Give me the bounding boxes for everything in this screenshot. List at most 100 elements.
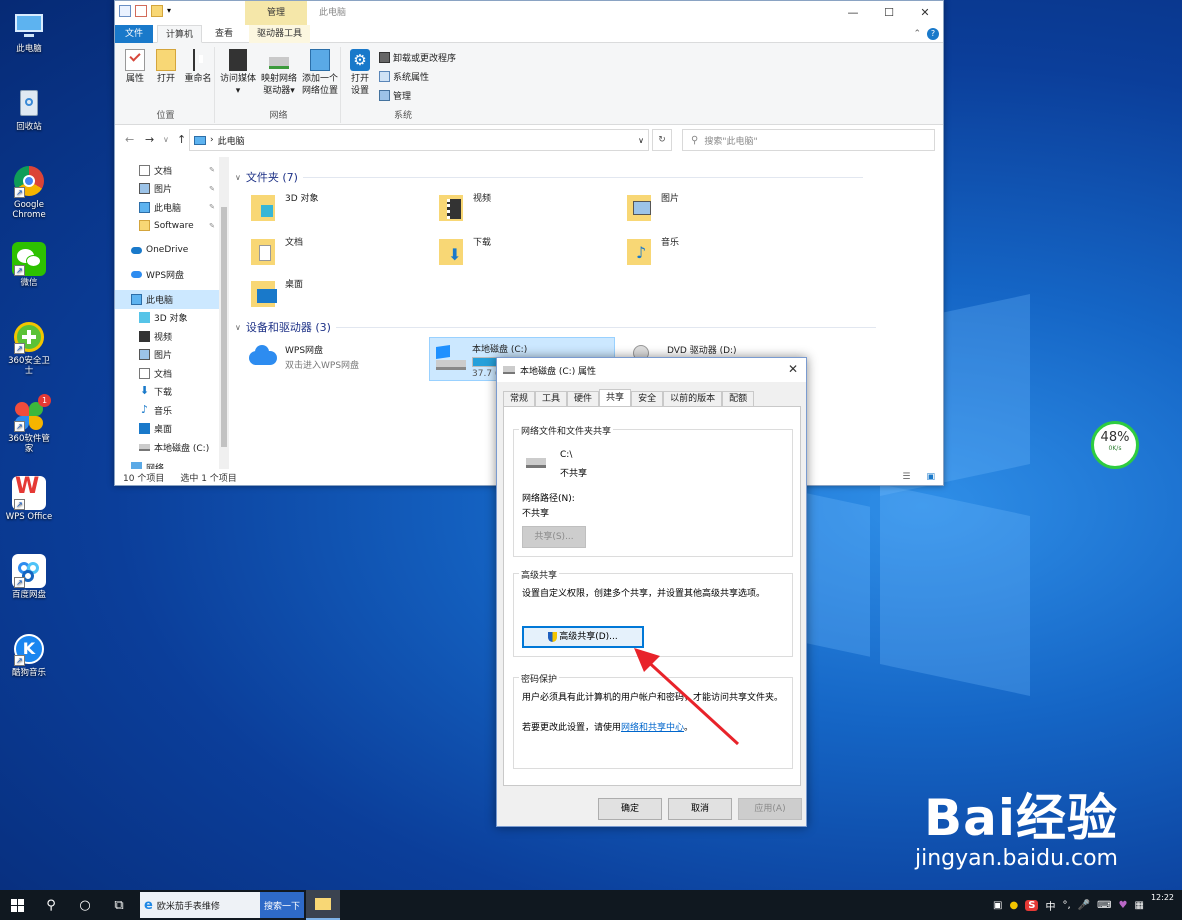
clock[interactable]: 12:22 — [1151, 893, 1174, 902]
tab-hardware[interactable]: 硬件 — [567, 391, 600, 407]
open-settings-button[interactable]: ⚙ 打开 设置 — [345, 49, 375, 97]
wps-cloud-drive[interactable]: WPS网盘 双击进入WPS网盘 — [247, 343, 359, 375]
refresh-button[interactable]: ↻ — [652, 129, 672, 151]
nav-item-documents[interactable]: 文档 ✎ — [115, 161, 219, 180]
map-drive-button[interactable]: 映射网络 驱动器▾ — [259, 49, 299, 97]
manage-button[interactable]: 管理 — [379, 89, 411, 102]
new-folder-icon[interactable] — [151, 5, 163, 17]
add-network-location-button[interactable]: 添加一个 网络位置 — [301, 49, 339, 97]
folder-3d-objects[interactable]: 3D 对象 — [251, 191, 319, 223]
tab-sharing[interactable]: 共享 — [599, 389, 632, 407]
network-gauge-widget[interactable]: 48% 0K/s — [1091, 421, 1139, 469]
folder-pictures[interactable]: 图片 — [627, 191, 679, 223]
microphone-icon[interactable]: 🎤 — [1078, 900, 1090, 911]
ime-language-indicator[interactable]: 中 — [1045, 898, 1055, 913]
desktop-icon-wps-office[interactable]: W ↗ WPS Office — [4, 476, 54, 523]
forward-button[interactable]: → — [145, 133, 154, 146]
apply-button[interactable]: 应用(A) — [738, 798, 802, 820]
desktop-icon-360-software[interactable]: 1 ↗ 360软件管家 — [4, 394, 54, 454]
desktop-icon-360-security[interactable]: ↗ 360安全卫士 — [4, 320, 54, 376]
nav-item-music[interactable]: ♪ 音乐 — [115, 401, 219, 420]
properties-check-icon[interactable] — [135, 5, 147, 17]
nav-item-wps-cloud[interactable]: WPS网盘 — [115, 266, 219, 285]
up-button[interactable]: ↑ — [177, 133, 186, 146]
chevron-down-icon[interactable]: ▾ — [167, 5, 179, 17]
cortana-icon[interactable]: ○ — [68, 890, 102, 920]
folder-desktop[interactable]: 桌面 — [251, 277, 303, 309]
tab-drive-tools[interactable]: 驱动器工具 — [249, 25, 311, 43]
search-icon[interactable]: ⚲ — [34, 890, 68, 920]
tab-tools[interactable]: 工具 — [535, 391, 568, 407]
tab-view[interactable]: 查看 — [207, 25, 241, 43]
ok-button[interactable]: 确定 — [598, 798, 662, 820]
nav-item-videos[interactable]: 视频 — [115, 327, 219, 346]
nav-item-pictures-2[interactable]: 图片 — [115, 346, 219, 365]
help-icon[interactable]: ? — [927, 28, 939, 40]
start-button[interactable] — [0, 890, 34, 920]
details-view-icon[interactable]: ☰ — [902, 472, 910, 482]
folders-section-header[interactable]: ∨ 文件夹 (7) — [235, 169, 863, 185]
punctuation-icon[interactable]: °, — [1062, 900, 1070, 911]
open-button[interactable]: 打开 — [153, 49, 179, 85]
cancel-button[interactable]: 取消 — [668, 798, 732, 820]
recent-locations-chevron-icon[interactable]: ∨ — [163, 135, 169, 144]
nav-item-desktop[interactable]: 桌面 — [115, 420, 219, 439]
nav-item-network[interactable]: 网络 — [115, 459, 219, 469]
close-icon[interactable]: ✕ — [788, 362, 798, 376]
desktop-icon-kugou-music[interactable]: K ↗ 酷狗音乐 — [4, 632, 54, 678]
task-view-icon[interactable]: ⧉ — [102, 890, 136, 920]
uninstall-programs-button[interactable]: 卸载或更改程序 — [379, 51, 456, 64]
nav-item-software[interactable]: Software ✎ — [115, 217, 219, 236]
tab-computer[interactable]: 计算机 — [157, 25, 203, 43]
chevron-up-icon[interactable]: ⌃ — [913, 29, 921, 39]
folder-downloads[interactable]: ⬇ 下载 — [439, 235, 491, 267]
search-input[interactable]: ⚲ 搜索"此电脑" — [682, 129, 935, 151]
close-button[interactable]: ✕ — [907, 1, 943, 25]
desktop-icon-baidu-netdisk[interactable]: ↗ 百度网盘 — [4, 554, 54, 600]
back-button[interactable]: ← — [125, 133, 134, 146]
tab-security[interactable]: 安全 — [631, 391, 664, 407]
access-media-button[interactable]: 访问媒体 ▾ — [219, 49, 257, 97]
desktop-icon-this-pc[interactable]: 此电脑 — [4, 8, 54, 54]
nav-scrollbar[interactable] — [219, 157, 229, 469]
file-explorer-taskbar-icon[interactable] — [306, 890, 340, 920]
large-icons-view-icon[interactable]: ▣ — [926, 472, 935, 482]
tray-window-icon[interactable]: ▣ — [993, 900, 1002, 911]
folder-documents[interactable]: 文档 — [251, 235, 303, 267]
tab-file[interactable]: 文件 — [115, 25, 153, 43]
nav-item-3d-objects[interactable]: 3D 对象 — [115, 309, 219, 328]
rename-button[interactable]: 重命名 — [183, 49, 213, 85]
taskbar-search-button[interactable]: 搜索一下 — [260, 892, 304, 918]
address-dropdown-chevron-icon[interactable]: ∨ — [638, 136, 644, 145]
minimize-button[interactable]: — — [835, 1, 871, 25]
nav-item-this-pc-quick[interactable]: 此电脑 ✎ — [115, 198, 219, 217]
nav-item-pictures[interactable]: 图片 ✎ — [115, 180, 219, 199]
nav-item-local-disk-c[interactable]: 本地磁盘 (C:) — [115, 438, 219, 457]
properties-button[interactable]: 属性 — [121, 49, 149, 85]
nav-item-documents-2[interactable]: 文档 — [115, 364, 219, 383]
taskbar-ie-search-box[interactable]: e 欧米茄手表维修 — [140, 892, 260, 918]
tools-icon[interactable]: ▦ — [1134, 900, 1143, 911]
folder-videos[interactable]: 视频 — [439, 191, 491, 223]
address-bar[interactable]: › 此电脑 ∨ — [189, 129, 649, 151]
maximize-button[interactable]: ☐ — [871, 1, 907, 25]
tab-general[interactable]: 常规 — [503, 391, 536, 407]
keyboard-icon[interactable]: ⌨ — [1097, 900, 1111, 911]
system-properties-button[interactable]: 系统属性 — [379, 70, 429, 83]
folder-music[interactable]: ♪ 音乐 — [627, 235, 679, 267]
desktop-icon-recycle-bin[interactable]: 回收站 — [4, 86, 54, 132]
nav-item-onedrive[interactable]: OneDrive — [115, 241, 219, 260]
nav-item-this-pc[interactable]: 此电脑 — [115, 290, 219, 309]
desktop-icon-wechat[interactable]: ↗ 微信 — [4, 242, 54, 288]
nav-item-downloads[interactable]: ⬇ 下载 — [115, 383, 219, 402]
tray-360-icon[interactable]: ● — [1010, 900, 1019, 911]
tab-quota[interactable]: 配额 — [722, 391, 755, 407]
sogou-ime-icon[interactable]: S — [1025, 899, 1039, 911]
scrollbar-thumb[interactable] — [221, 207, 227, 447]
tab-previous-versions[interactable]: 以前的版本 — [663, 391, 723, 407]
breadcrumb-this-pc[interactable]: 此电脑 — [218, 134, 245, 147]
skin-icon[interactable]: ♥ — [1119, 900, 1128, 911]
desktop-icon-chrome[interactable]: ↗ Google Chrome — [4, 164, 54, 220]
devices-section-header[interactable]: ∨ 设备和驱动器 (3) — [235, 319, 876, 335]
share-button[interactable]: 共享(S)... — [522, 526, 586, 548]
